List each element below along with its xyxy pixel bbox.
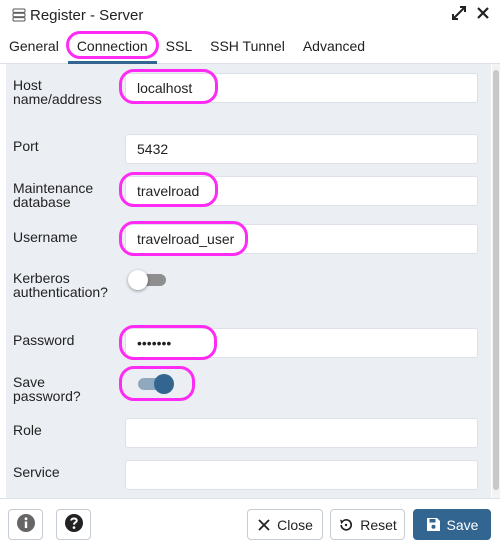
username-input[interactable]: travelroad_user: [125, 224, 478, 254]
port-label: Port: [13, 138, 39, 154]
role-label: Role: [13, 422, 42, 438]
tab-ssh-tunnel[interactable]: SSH Tunnel: [201, 30, 294, 64]
service-label: Service: [13, 464, 60, 480]
username-label: Username: [13, 229, 78, 245]
form-scrollbar[interactable]: [492, 64, 500, 498]
port-input[interactable]: 5432: [125, 134, 478, 164]
close-x-icon: [257, 518, 271, 532]
tab-bar: General Connection SSL SSH Tunnel Advanc…: [0, 30, 500, 64]
service-input[interactable]: [125, 460, 478, 490]
close-icon[interactable]: [476, 6, 490, 24]
host-label: Host name/address: [13, 77, 102, 107]
help-icon: [64, 513, 84, 536]
kerberos-label: Kerberos authentication?: [13, 270, 108, 300]
password-label: Password: [13, 332, 75, 348]
reset-button-label: Reset: [360, 516, 397, 533]
tab-ssl[interactable]: SSL: [157, 30, 201, 64]
save-button[interactable]: Save: [413, 509, 491, 540]
dialog-footer: Close Reset Save: [0, 498, 500, 551]
maintenance-db-label: Maintenance database: [13, 180, 94, 210]
close-button-label: Close: [277, 516, 313, 533]
maintenance-db-input[interactable]: travelroad: [125, 176, 478, 206]
tab-general[interactable]: General: [0, 30, 68, 64]
scroll-thumb[interactable]: [493, 70, 499, 490]
save-button-label: Save: [446, 516, 479, 533]
password-input[interactable]: •••••••: [125, 328, 478, 358]
reset-button[interactable]: Reset: [330, 509, 405, 540]
info-button[interactable]: [8, 509, 43, 540]
role-input[interactable]: [125, 418, 478, 448]
save-icon: [426, 517, 441, 532]
close-button[interactable]: Close: [247, 509, 323, 540]
save-password-toggle[interactable]: [134, 374, 174, 394]
help-button[interactable]: [56, 509, 91, 540]
title-bar: Register - Server: [0, 0, 500, 30]
tab-advanced[interactable]: Advanced: [294, 30, 374, 64]
info-icon: [16, 513, 36, 536]
host-input[interactable]: localhost: [125, 73, 478, 103]
tab-connection[interactable]: Connection: [65, 30, 159, 64]
connection-form: Host name/address localhost Port 5432 Ma…: [6, 64, 491, 498]
save-password-label: Save password?: [13, 374, 81, 404]
reset-icon: [338, 517, 354, 533]
kerberos-toggle[interactable]: [128, 270, 168, 290]
expand-icon[interactable]: [452, 6, 466, 24]
server-icon: [12, 8, 26, 22]
dialog-title: Register - Server: [30, 6, 144, 24]
